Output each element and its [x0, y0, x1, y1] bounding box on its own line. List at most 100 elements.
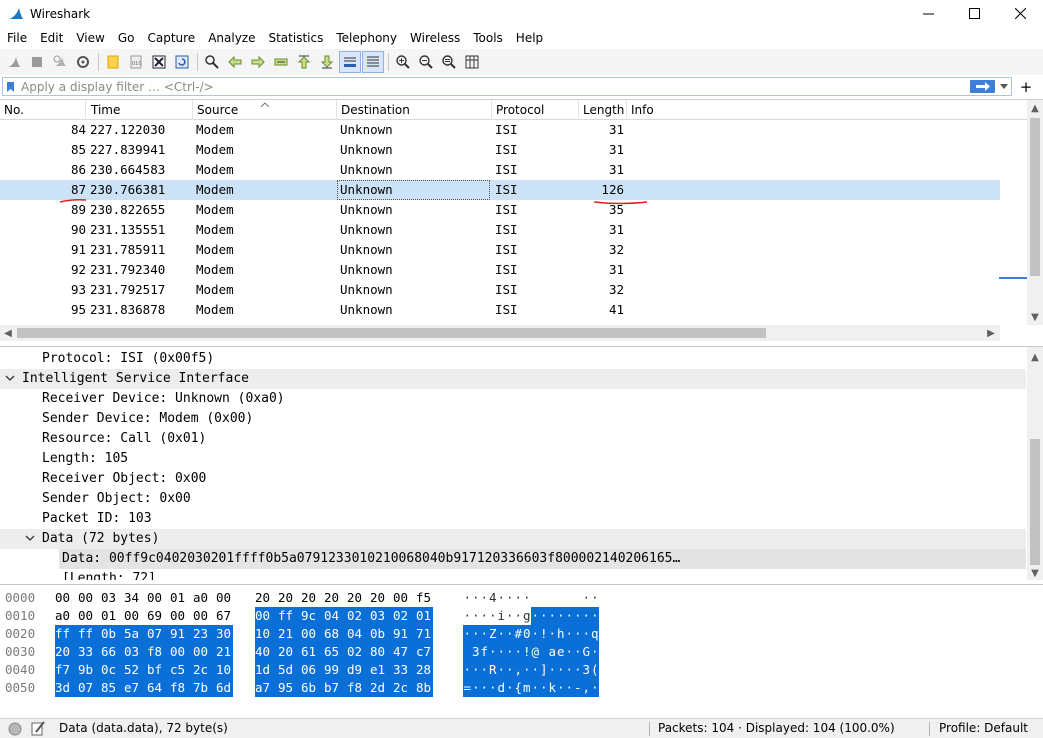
detail-tree-item[interactable]: Packet ID: 103	[0, 509, 1026, 529]
detail-tree-item[interactable]: Data: 00ff9c0402030201ffff0b5a0791233010…	[59, 549, 1026, 569]
hex-byte[interactable]: 03	[101, 589, 124, 607]
resize-columns-button[interactable]	[461, 51, 483, 73]
ascii-char[interactable]: ·	[497, 589, 506, 607]
ascii-char[interactable]: {	[514, 679, 523, 697]
ascii-char[interactable]	[463, 643, 472, 661]
hex-byte[interactable]: 00	[393, 589, 416, 607]
ascii-char[interactable]	[557, 589, 566, 607]
ascii-char[interactable]: ·	[488, 643, 497, 661]
ascii-char[interactable]: ·	[488, 679, 497, 697]
hex-byte[interactable]: 00	[55, 589, 78, 607]
ascii-char[interactable]: !	[539, 625, 548, 643]
hex-byte[interactable]: 33	[393, 661, 416, 679]
ascii-char[interactable]: ·	[590, 643, 599, 661]
ascii-char[interactable]: ·	[489, 607, 498, 625]
hex-byte[interactable]: 20	[278, 589, 301, 607]
hex-byte[interactable]: 6b	[301, 679, 324, 697]
colorize-toggle[interactable]	[362, 51, 384, 73]
packet-row[interactable]: 86 230.664583 Modem Unknown ISI 31	[0, 160, 1000, 180]
ascii-char[interactable]: @	[531, 643, 540, 661]
ascii-char[interactable]	[574, 589, 583, 607]
packet-row[interactable]: 92 231.792340 Modem Unknown ISI 31	[0, 260, 1000, 280]
detail-tree-item[interactable]: [Length: 72]	[0, 569, 1026, 580]
ascii-char[interactable]: f	[480, 643, 489, 661]
hex-byte[interactable]: c7	[416, 643, 433, 661]
maximize-button[interactable]	[951, 0, 997, 27]
ascii-char[interactable]: ·	[506, 607, 515, 625]
hscroll-thumb[interactable]	[17, 328, 766, 338]
hex-byte[interactable]: 52	[124, 661, 147, 679]
scroll-thumb[interactable]	[1030, 439, 1040, 565]
packet-row[interactable]: 87 230.766381 Modem Unknown ISI 126	[0, 180, 1000, 200]
scroll-right-arrow[interactable]: ▶	[983, 325, 999, 341]
hex-byte[interactable]: 68	[324, 625, 347, 643]
hex-byte[interactable]: 0c	[101, 661, 124, 679]
detail-tree-item[interactable]: Sender Device: Modem (0x00)	[0, 409, 1026, 429]
ascii-char[interactable]: ·	[548, 661, 557, 679]
ascii-char[interactable]: ·	[480, 607, 489, 625]
ascii-char[interactable]: ·	[582, 625, 591, 643]
filter-history-dropdown[interactable]	[997, 80, 1011, 93]
ascii-char[interactable]: ·	[565, 679, 574, 697]
column-no[interactable]: No.	[0, 100, 86, 120]
ascii-char[interactable]: ·	[514, 589, 523, 607]
hex-byte[interactable]: a0	[55, 607, 78, 625]
packet-row[interactable]: 84 227.122030 Modem Unknown ISI 31	[0, 120, 1000, 140]
menu-wireless[interactable]: Wireless	[403, 31, 466, 45]
ascii-char[interactable]: ·	[582, 589, 591, 607]
hex-byte[interactable]: e7	[124, 679, 147, 697]
hex-byte[interactable]: 23	[193, 625, 216, 643]
close-button[interactable]	[997, 0, 1043, 27]
hex-byte[interactable]: f5	[416, 589, 433, 607]
hex-byte[interactable]: 20	[255, 589, 278, 607]
hex-byte[interactable]: 99	[324, 661, 347, 679]
first-packet-button[interactable]	[293, 51, 315, 73]
ascii-char[interactable]: R	[488, 661, 497, 679]
ascii-char[interactable]: ·	[531, 625, 540, 643]
menu-go[interactable]: Go	[111, 31, 141, 45]
hex-byte[interactable]: 66	[101, 643, 124, 661]
ascii-char[interactable]: g	[523, 607, 532, 625]
ascii-char[interactable]: ·	[505, 643, 514, 661]
hex-byte[interactable]: 01	[101, 607, 124, 625]
ascii-char[interactable]: !	[522, 643, 531, 661]
detail-tree-item[interactable]: Sender Object: 0x00	[0, 489, 1026, 509]
hex-byte[interactable]: ff	[278, 607, 301, 625]
ascii-char[interactable]: ·	[480, 679, 489, 697]
ascii-char[interactable]: 3	[582, 661, 591, 679]
minimize-button[interactable]	[905, 0, 951, 27]
start-capture-button[interactable]	[3, 51, 25, 73]
hex-byte[interactable]: 67	[216, 607, 233, 625]
apply-filter-button[interactable]	[970, 80, 995, 93]
hex-byte[interactable]: f8	[347, 679, 370, 697]
hex-byte[interactable]: 01	[170, 589, 193, 607]
hex-byte[interactable]: 85	[101, 679, 124, 697]
hex-byte[interactable]: 00	[193, 643, 216, 661]
ascii-char[interactable]: ·	[497, 661, 506, 679]
column-length[interactable]: Length	[579, 100, 627, 120]
ascii-char[interactable]: ·	[472, 607, 481, 625]
column-time[interactable]: Time	[87, 100, 193, 120]
expert-info-icon[interactable]	[8, 722, 22, 736]
ascii-char[interactable]: ·	[471, 625, 480, 643]
ascii-char[interactable]	[565, 589, 574, 607]
hex-byte[interactable]: 10	[216, 661, 233, 679]
ascii-char[interactable]: ·	[548, 607, 557, 625]
ascii-char[interactable]: ·	[565, 625, 574, 643]
normal-size-button[interactable]	[438, 51, 460, 73]
ascii-char[interactable]: Z	[488, 625, 497, 643]
hex-byte[interactable]: 65	[324, 643, 347, 661]
hex-byte[interactable]: 7b	[193, 679, 216, 697]
ascii-char[interactable]: -	[573, 679, 582, 697]
hex-byte[interactable]: 80	[370, 643, 393, 661]
hex-byte[interactable]: d9	[347, 661, 370, 679]
ascii-char[interactable]: ·	[505, 625, 514, 643]
hex-byte[interactable]: 61	[301, 643, 324, 661]
ascii-char[interactable]: ·	[471, 679, 480, 697]
packet-row[interactable]: 89 230.822655 Modem Unknown ISI 35	[0, 200, 1000, 220]
go-back-button[interactable]	[224, 51, 246, 73]
scroll-thumb[interactable]	[1030, 118, 1040, 276]
scroll-down-arrow[interactable]: ▼	[1027, 565, 1043, 580]
hex-byte[interactable]: b7	[324, 679, 347, 697]
ascii-char[interactable]: ·	[471, 661, 480, 679]
